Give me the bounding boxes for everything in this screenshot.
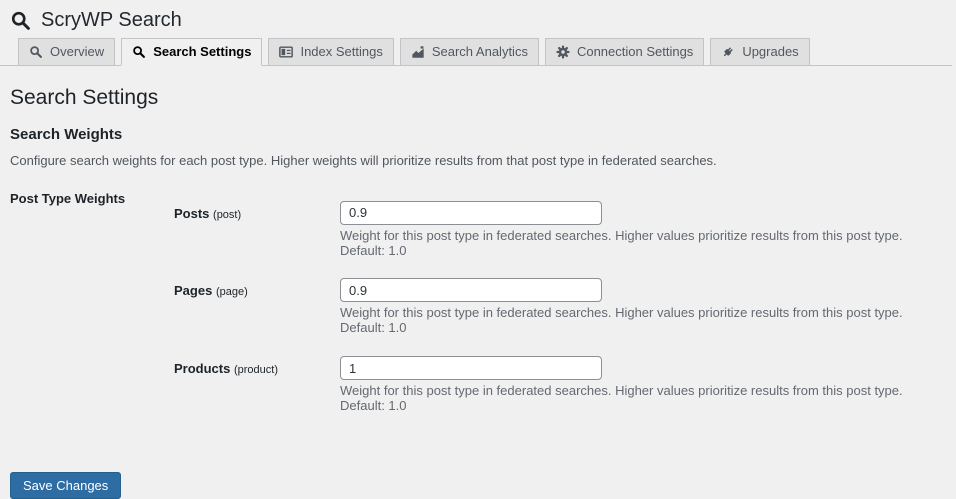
post-type-weights-form: Post Type Weights Posts (post) Weight fo…	[10, 190, 946, 435]
tab-label: Index Settings	[300, 44, 383, 59]
plugin-title: ScryWP Search	[41, 8, 182, 31]
plugin-icon	[721, 45, 735, 59]
post-type-slug: (page)	[215, 286, 248, 299]
field-label: Products (product)	[174, 356, 340, 414]
table-icon	[279, 45, 294, 59]
settings-content: Search Settings Search Weights Configure…	[0, 86, 956, 499]
search-icon	[29, 45, 43, 59]
field: Weight for this post type in federated s…	[340, 356, 946, 414]
search-icon	[10, 10, 31, 31]
post-type-name: Pages	[174, 283, 213, 299]
save-changes-button[interactable]: Save Changes	[10, 472, 122, 499]
form-row-pages: Pages (page) Weight for this post type i…	[174, 278, 946, 336]
tab-index-settings[interactable]: Index Settings	[268, 38, 394, 66]
section-description: Configure search weights for each post t…	[10, 153, 717, 168]
field: Weight for this post type in federated s…	[340, 278, 946, 336]
post-type-slug: (product)	[233, 364, 278, 377]
search-icon	[132, 45, 146, 59]
field-description: Weight for this post type in federated s…	[340, 383, 903, 414]
plugin-header: ScryWP Search	[0, 0, 956, 36]
tab-connection-settings[interactable]: Connection Settings	[544, 38, 705, 66]
post-type-slug: (post)	[213, 208, 242, 221]
post-type-name: Posts	[174, 205, 210, 221]
post-type-name: Products	[174, 361, 231, 377]
field-label: Pages (page)	[174, 278, 340, 336]
field: Weight for this post type in federated s…	[340, 200, 946, 259]
tab-search-settings[interactable]: Search Settings	[121, 38, 263, 66]
field-label: Posts (post)	[174, 201, 340, 259]
section-title: Search Weights	[10, 126, 123, 143]
page-title: Search Settings	[10, 86, 159, 109]
form-rows: Posts (post) Weight for this post type i…	[174, 190, 946, 435]
tab-label: Search Settings	[153, 44, 252, 59]
nav-tab-bar: Overview Search Settings Index Settings …	[0, 38, 952, 66]
field-description: Weight for this post type in federated s…	[340, 305, 903, 336]
tab-upgrades[interactable]: Upgrades	[710, 38, 810, 66]
tab-overview[interactable]: Overview	[18, 38, 116, 66]
pages-weight-input[interactable]	[340, 278, 602, 303]
form-row-posts: Posts (post) Weight for this post type i…	[174, 200, 946, 259]
chart-icon	[411, 45, 425, 59]
products-weight-input[interactable]	[340, 356, 602, 381]
form-row-products: Products (product) Weight for this post …	[174, 356, 946, 414]
tab-label: Overview	[50, 44, 105, 59]
tab-label: Search Analytics	[431, 44, 528, 59]
gear-icon	[556, 45, 570, 59]
posts-weight-input[interactable]	[340, 200, 602, 225]
tab-label: Connection Settings	[576, 44, 694, 59]
tab-search-analytics[interactable]: Search Analytics	[399, 38, 539, 66]
group-label-post-type-weights: Post Type Weights	[10, 190, 126, 206]
field-description: Weight for this post type in federated s…	[340, 227, 903, 258]
tab-label: Upgrades	[742, 44, 799, 59]
